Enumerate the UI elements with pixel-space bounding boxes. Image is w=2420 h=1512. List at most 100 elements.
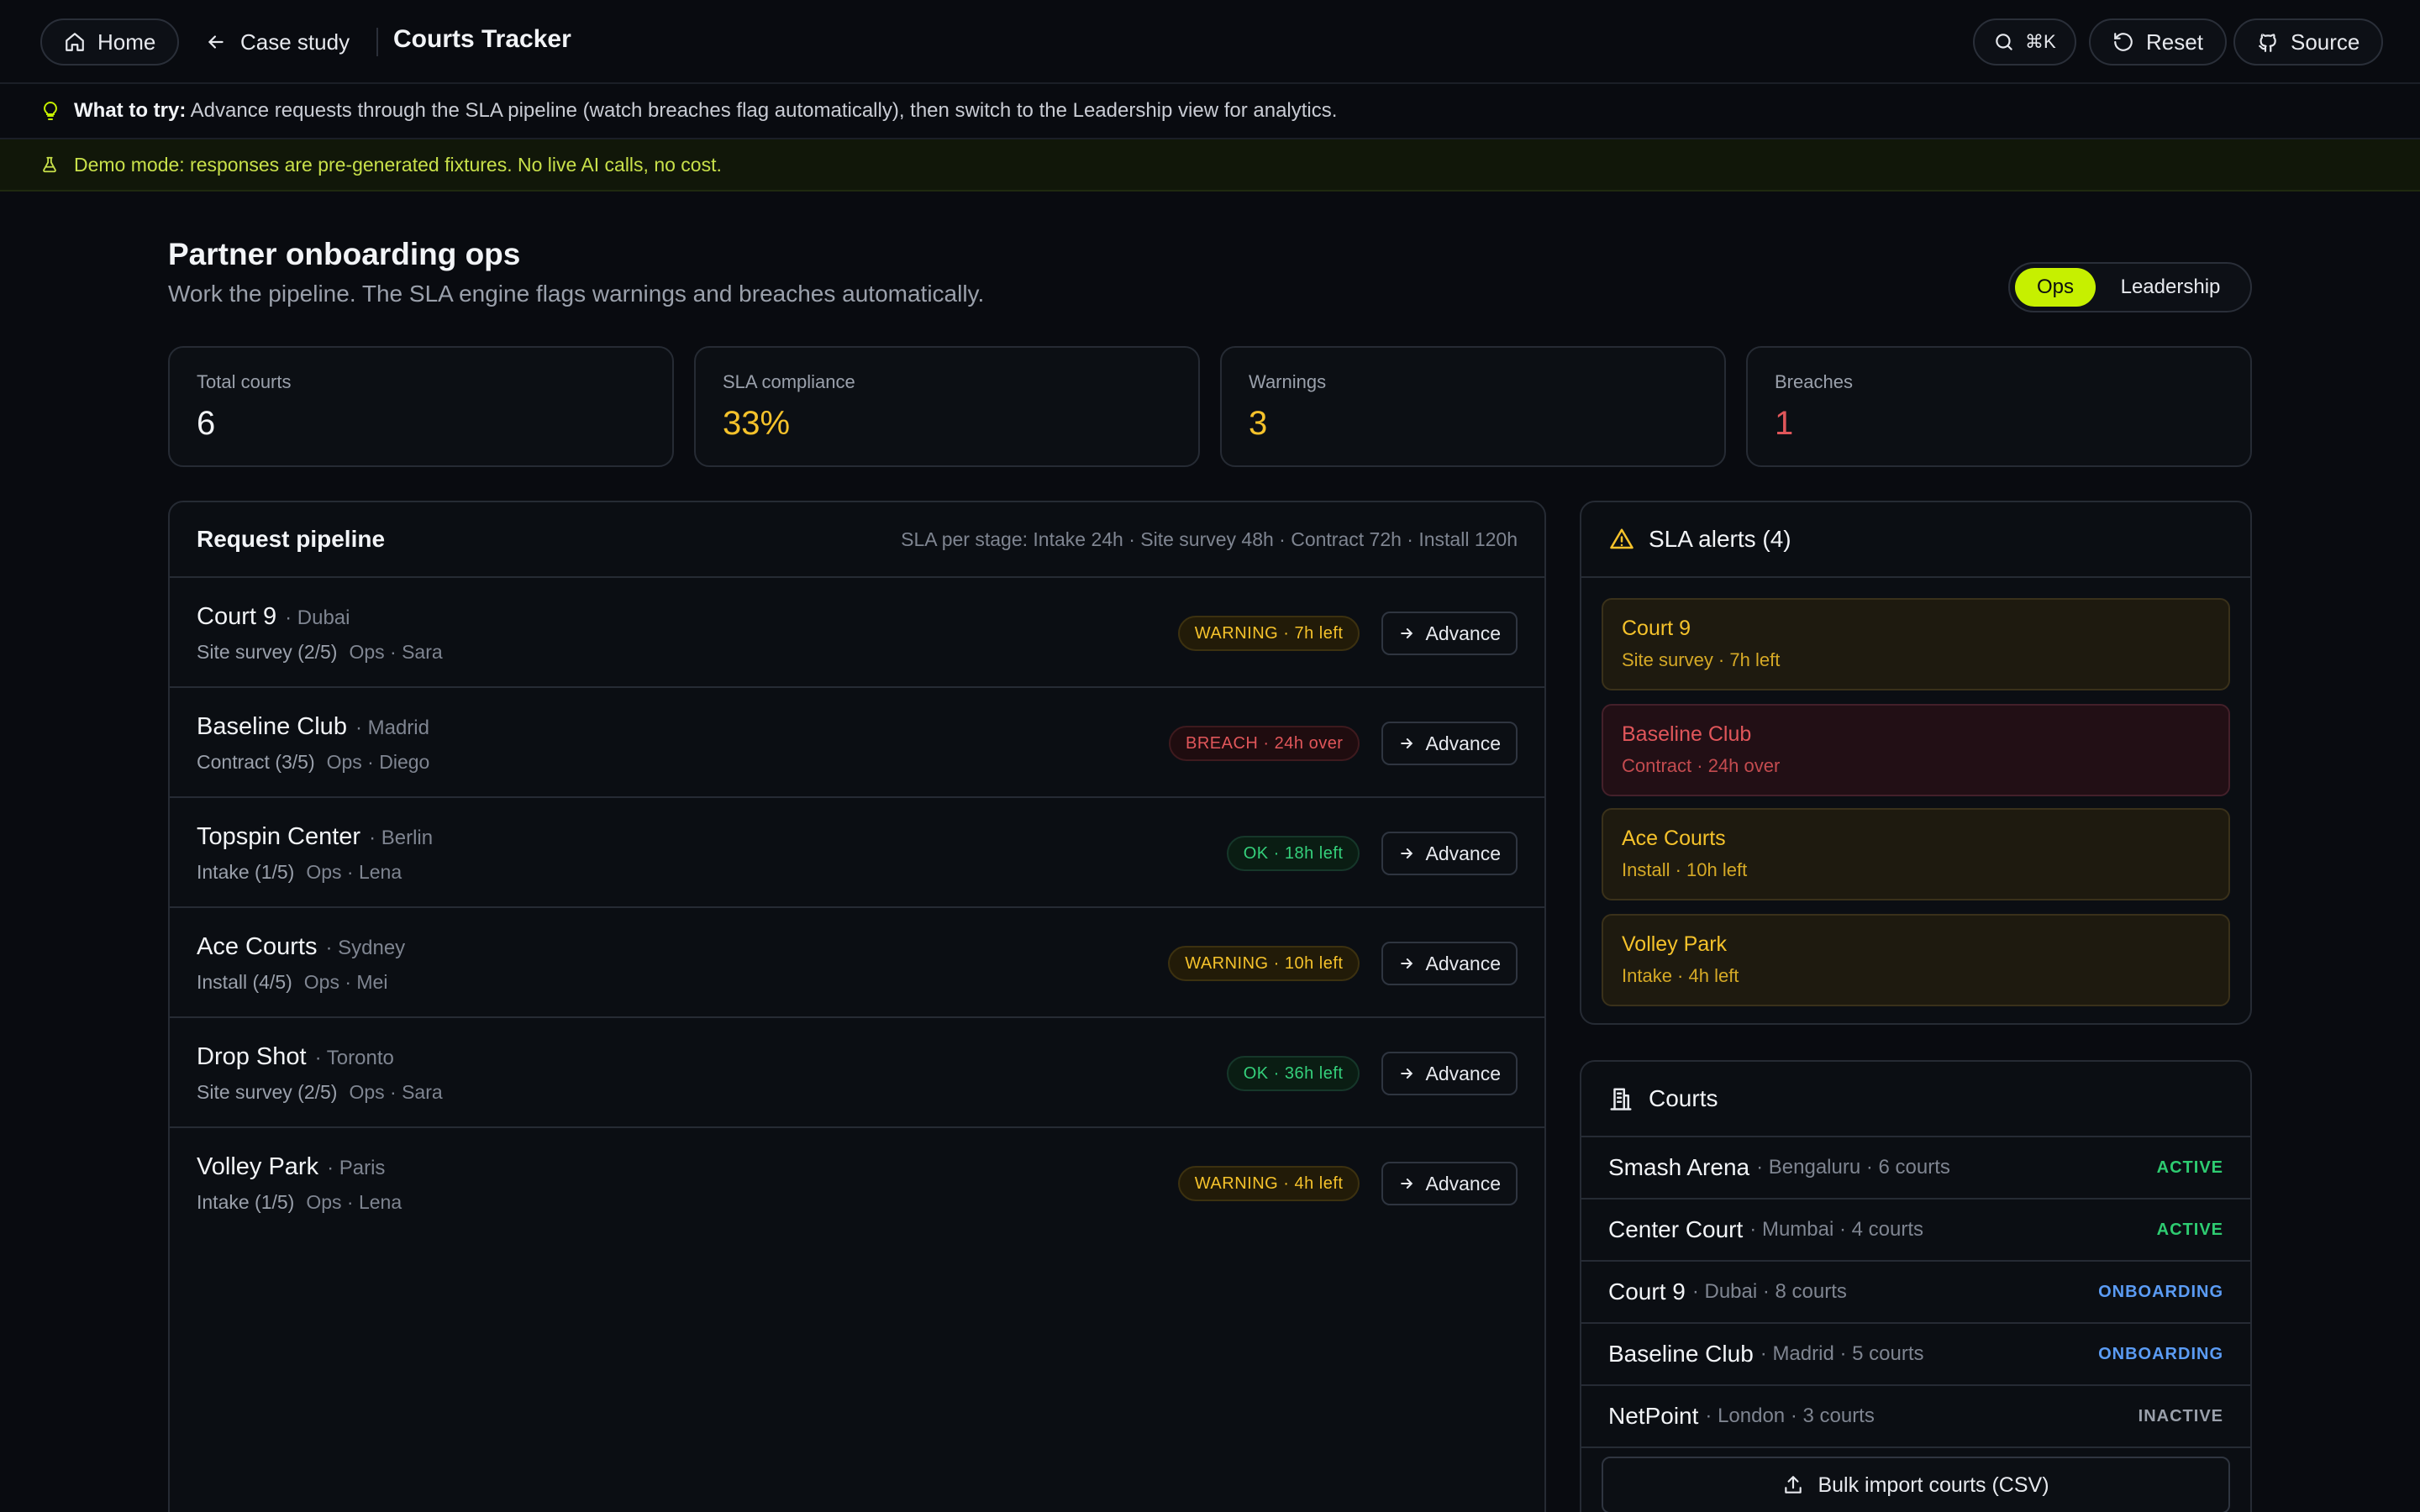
pipeline-title: Request pipeline: [197, 526, 386, 552]
court-name: Smash Arena: [1608, 1154, 1750, 1180]
advance-button[interactable]: Advance: [1381, 1162, 1518, 1205]
request-name: Drop Shot: [197, 1043, 307, 1070]
advance-button[interactable]: Advance: [1381, 1052, 1518, 1095]
bulk-import-label: Bulk import courts (CSV): [1818, 1473, 2049, 1497]
arrow-right-icon: [1398, 845, 1415, 862]
court-detail: · Mumbai · 4 courts: [1749, 1218, 1924, 1241]
page-title: Partner onboarding ops: [168, 237, 521, 271]
court-status: INACTIVE: [2138, 1406, 2223, 1425]
sla-status-badge: WARNING · 4h left: [1177, 1166, 1360, 1201]
alerts-header: SLA alerts (4): [1581, 502, 2250, 578]
toggle-leadership[interactable]: Leadership: [2096, 268, 2245, 307]
court-name: Center Court: [1608, 1216, 1744, 1242]
stat-label: Total courts: [197, 371, 292, 392]
courts-title: Courts: [1649, 1085, 1718, 1111]
request-pipeline-panel: Request pipeline SLA per stage: Intake 2…: [168, 501, 1546, 1512]
sla-note: SLA per stage: Intake 24h · Site survey …: [901, 528, 1518, 550]
request-city: · Toronto: [314, 1047, 394, 1069]
search-button[interactable]: ⌘K: [1973, 18, 2076, 66]
advance-button[interactable]: Advance: [1381, 832, 1518, 875]
alert-card[interactable]: Court 9 Site survey · 7h left: [1602, 598, 2230, 690]
tip-text: What to try: Advance requests through th…: [74, 99, 1337, 123]
advance-button[interactable]: Advance: [1381, 942, 1518, 985]
alerts-title: SLA alerts (4): [1649, 526, 1791, 552]
alert-detail: Site survey · 7h left: [1622, 649, 1781, 670]
advance-label: Advance: [1425, 1062, 1501, 1084]
arrow-right-icon: [1398, 1175, 1415, 1192]
alert-card[interactable]: Ace Courts Install · 10h left: [1602, 808, 2230, 900]
court-status: ACTIVE: [2156, 1158, 2223, 1177]
home-icon: [64, 31, 86, 53]
lightbulb-icon: [40, 99, 60, 123]
advance-label: Advance: [1425, 732, 1501, 754]
stat-label: Breaches: [1775, 371, 1853, 392]
request-stage: Install (4/5): [197, 971, 292, 993]
home-label: Home: [97, 29, 156, 55]
back-to-case-study-link[interactable]: Case study: [205, 18, 350, 66]
bulk-import-button[interactable]: Bulk import courts (CSV): [1602, 1457, 2230, 1512]
view-toggle: Ops Leadership: [2008, 262, 2252, 312]
alert-name: Volley Park: [1622, 932, 1728, 956]
source-button[interactable]: Source: [2233, 18, 2384, 66]
top-nav: Home Case study Courts Tracker ⌘K Reset …: [0, 0, 2420, 84]
sla-status-badge: WARNING · 10h left: [1168, 946, 1360, 981]
request-name: Ace Courts: [197, 933, 318, 960]
request-stage: Intake (1/5): [197, 861, 295, 883]
stat-breaches: Breaches 1: [1746, 346, 2252, 467]
pipeline-row: Court 9 · Dubai Site survey (2/5) Ops · Sa…: [170, 578, 1544, 688]
stat-label: Warnings: [1249, 371, 1327, 392]
search-shortcut: ⌘K: [2025, 31, 2056, 52]
alert-name: Ace Courts: [1622, 827, 1726, 850]
advance-button[interactable]: Advance: [1381, 722, 1518, 765]
stat-warnings: Warnings 3: [1220, 346, 1726, 467]
court-list-item[interactable]: Court 9 · Dubai · 8 courts ONBOARDING: [1581, 1262, 2250, 1324]
alert-detail: Install · 10h left: [1622, 859, 1748, 880]
warning-triangle-icon: [1608, 527, 1635, 552]
request-city: · Paris: [327, 1157, 386, 1179]
flask-icon: [40, 154, 59, 176]
advance-label: Advance: [1425, 842, 1501, 864]
court-list-item[interactable]: Smash Arena · Bengaluru · 6 courts ACTIV…: [1581, 1137, 2250, 1200]
court-name: NetPoint: [1608, 1403, 1699, 1429]
stat-sla-compliance: SLA compliance 33%: [694, 346, 1200, 467]
pipeline-row: Ace Courts · Sydney Install (4/5) Ops · Me…: [170, 908, 1544, 1018]
alert-detail: Contract · 24h over: [1622, 755, 1781, 776]
toggle-ops[interactable]: Ops: [2015, 268, 2096, 307]
advance-button[interactable]: Advance: [1381, 612, 1518, 655]
pipeline-row: Topspin Center · Berlin Intake (1/5) Ops ·…: [170, 798, 1544, 908]
request-owner: Ops · Lena: [306, 1191, 402, 1213]
building-icon: [1608, 1085, 1634, 1112]
request-name: Topspin Center: [197, 823, 361, 850]
upload-icon: [1782, 1474, 1804, 1496]
tip-banner: What to try: Advance requests through th…: [0, 84, 2420, 139]
alert-card[interactable]: Volley Park Intake · 4h left: [1602, 914, 2230, 1006]
court-detail: · London · 3 courts: [1705, 1404, 1875, 1427]
reset-button[interactable]: Reset: [2089, 18, 2227, 66]
advance-label: Advance: [1425, 1172, 1501, 1194]
request-owner: Ops · Lena: [306, 861, 402, 883]
request-name: Court 9: [197, 603, 277, 630]
request-owner: Ops · Sara: [349, 641, 443, 663]
stat-value: 33%: [723, 405, 791, 442]
court-name: Baseline Club: [1608, 1341, 1754, 1367]
nav-divider: [376, 28, 378, 56]
courts-panel: Courts Smash Arena · Bengaluru · 6 court…: [1580, 1060, 2252, 1512]
request-owner: Ops · Diego: [326, 751, 430, 773]
stat-label: SLA compliance: [723, 371, 855, 392]
court-list-item[interactable]: NetPoint · London · 3 courts INACTIVE: [1581, 1386, 2250, 1448]
court-status: ACTIVE: [2156, 1220, 2223, 1239]
source-label: Source: [2291, 29, 2360, 55]
request-city: · Sydney: [325, 937, 406, 959]
court-list-item[interactable]: Baseline Club · Madrid · 5 courts ONBOAR…: [1581, 1324, 2250, 1386]
arrow-right-icon: [1398, 1065, 1415, 1082]
court-status: ONBOARDING: [2098, 1344, 2223, 1363]
request-city: · Madrid: [355, 717, 429, 739]
alert-card[interactable]: Baseline Club Contract · 24h over: [1602, 704, 2230, 796]
alert-detail: Intake · 4h left: [1622, 965, 1739, 986]
app-title: Courts Tracker: [393, 25, 571, 53]
court-list-item[interactable]: Center Court · Mumbai · 4 courts ACTIVE: [1581, 1200, 2250, 1262]
home-button[interactable]: Home: [40, 18, 180, 66]
tip-body: Advance requests through the SLA pipelin…: [190, 99, 1338, 122]
stat-value: 3: [1249, 405, 1268, 442]
reset-label: Reset: [2146, 29, 2203, 55]
